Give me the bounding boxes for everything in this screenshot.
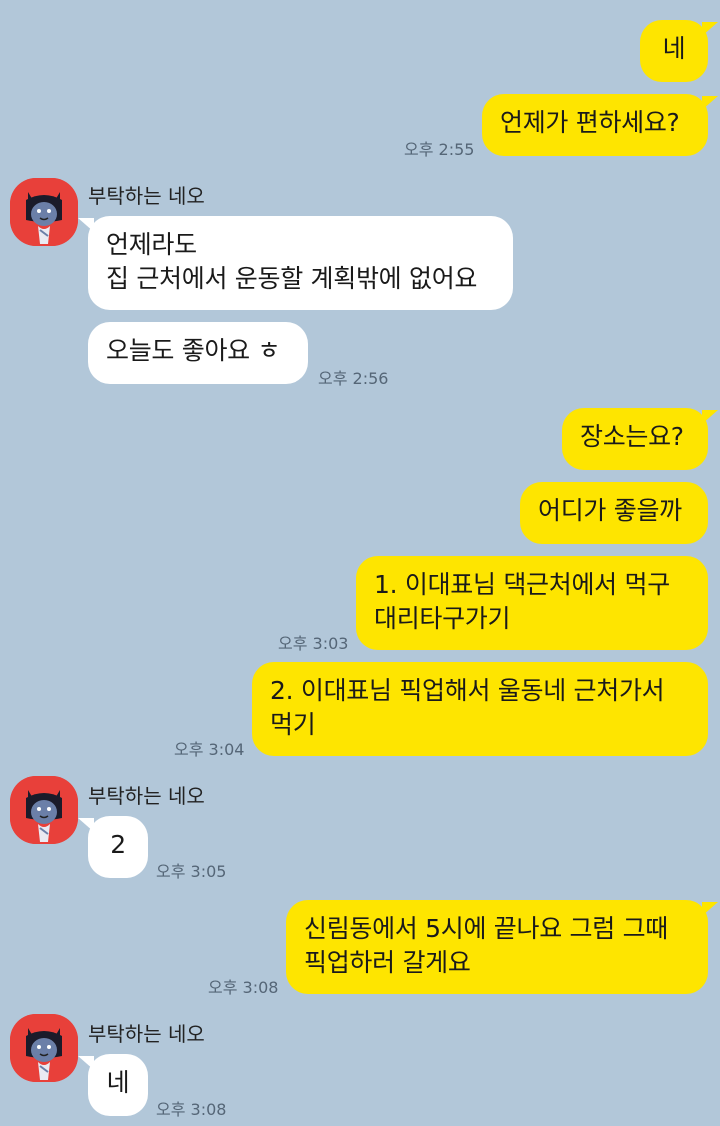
message-time: 오후 3:08	[208, 978, 279, 997]
message-bubble-mine[interactable]: 어디가 좋을까	[520, 482, 708, 544]
avatar[interactable]	[10, 178, 78, 246]
message-bubble-other[interactable]: 언제라도 집 근처에서 운동할 계획밖에 없어요	[78, 216, 513, 310]
sender-name: 부탁하는 네오	[88, 784, 205, 808]
avatar[interactable]	[10, 1014, 78, 1082]
message-bubble-other[interactable]: 2	[78, 816, 148, 878]
message-time: 오후 3:04	[174, 740, 245, 759]
message-bubble-mine[interactable]: 1. 이대표님 댁근처에서 먹구 대리타구가기	[356, 556, 708, 650]
message-time: 오후 2:56	[318, 369, 389, 388]
neo-cat-icon	[10, 178, 78, 246]
message-bubble-mine[interactable]: 장소는요?	[562, 408, 718, 470]
sender-name: 부탁하는 네오	[88, 184, 205, 208]
sender-name: 부탁하는 네오	[88, 1022, 205, 1046]
message-bubble-mine[interactable]: 언제가 편하세요?	[482, 94, 718, 156]
message-time: 오후 3:05	[156, 862, 227, 881]
neo-cat-icon	[10, 776, 78, 844]
neo-cat-icon	[10, 1014, 78, 1082]
message-time: 오후 3:08	[156, 1100, 227, 1119]
avatar[interactable]	[10, 776, 78, 844]
message-bubble-other[interactable]: 네	[78, 1054, 148, 1116]
chat-room[interactable]: 네 언제가 편하세요? 오후 2:55 부탁하는 네오 언제라도 집 근처에서 …	[0, 0, 720, 1126]
message-time: 오후 3:03	[278, 634, 349, 653]
message-bubble-mine[interactable]: 2. 이대표님 픽업해서 울동네 근처가서 먹기	[252, 662, 708, 756]
message-bubble-other[interactable]: 오늘도 좋아요 ㅎ	[88, 322, 308, 384]
message-time: 오후 2:55	[404, 140, 475, 159]
message-bubble-mine[interactable]: 네	[640, 20, 718, 82]
message-bubble-mine[interactable]: 신림동에서 5시에 끝나요 그럼 그때 픽업하러 갈게요	[286, 900, 718, 994]
